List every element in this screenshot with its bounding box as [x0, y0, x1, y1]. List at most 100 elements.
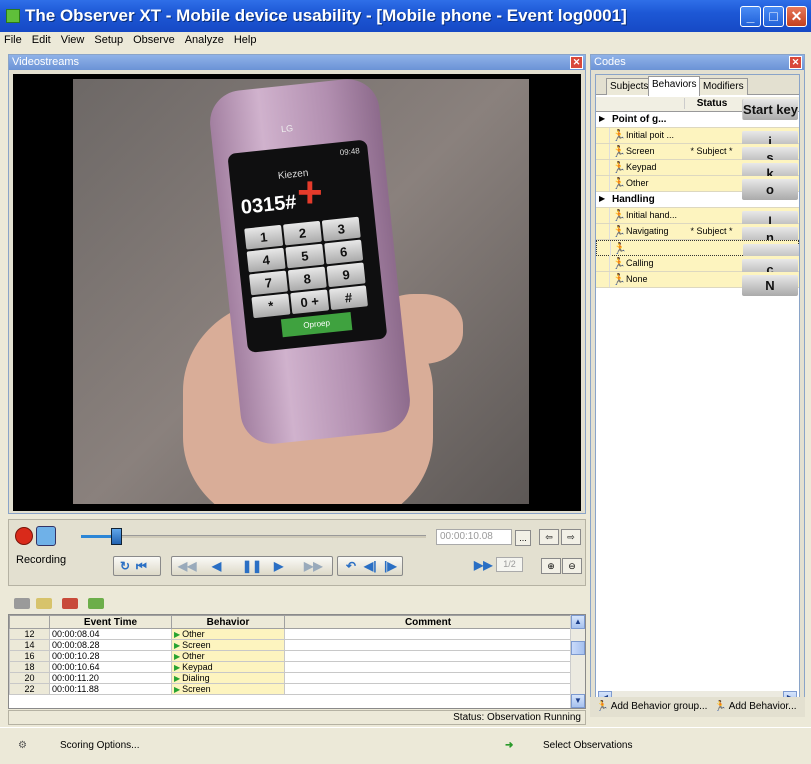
table-row[interactable]: 18 00:00:10.64 ▶ Keypad — [9, 661, 572, 673]
behavior-row[interactable]: 🏃 Initial poit ... i — [596, 128, 799, 152]
comment-cell[interactable] — [284, 628, 572, 640]
behavior-figure-icon: 🏃 — [714, 701, 727, 712]
event-time-cell[interactable]: 00:00:11.20 — [49, 672, 172, 684]
status-text: Status: Observation Running — [453, 712, 581, 723]
behavior-cell[interactable]: ▶ Screen — [171, 639, 285, 651]
event-time-cell[interactable]: 00:00:11.88 — [49, 683, 172, 695]
menu-setup[interactable]: Setup — [89, 32, 128, 46]
status-column-header[interactable]: Status — [684, 98, 739, 109]
comment-cell[interactable] — [284, 650, 572, 662]
behavior-header[interactable]: Behavior — [171, 615, 285, 629]
behavior-name: None — [626, 274, 648, 284]
scroll-up-icon[interactable]: ▲ — [571, 615, 585, 629]
behavior-row[interactable]: 🏃 Screen * Subject * s — [596, 144, 799, 168]
scroll-down-icon[interactable]: ▼ — [571, 694, 585, 708]
behavior-status: * Subject * — [690, 226, 733, 236]
scoring-gear-icon[interactable]: ⚙ — [18, 740, 27, 751]
frame-step-controls[interactable]: ↶ ◀| |▶ — [337, 556, 403, 576]
video-area[interactable]: LG 09:48 Kiezen 0315# 1 2 34 5 67 8 9* 0 + # Opr… — [13, 74, 581, 511]
behavior-row[interactable]: 🏃 Initial hand... l — [596, 208, 799, 232]
event-time-cell[interactable]: 00:00:10.28 — [49, 650, 172, 662]
table-row[interactable]: 16 00:00:10.28 ▶ Other — [9, 650, 572, 662]
table-row[interactable]: 12 00:00:08.04 ▶ Other — [9, 628, 572, 640]
delete-event-icon[interactable] — [62, 598, 78, 609]
codes-pane: Codes ✕ Subjects Behaviors Modifiers Sta… — [590, 54, 805, 716]
event-log-scrollbar[interactable]: ▲ ▼ — [570, 615, 585, 708]
behavior-cell[interactable]: ▶ Keypad — [171, 661, 285, 673]
close-codes-button[interactable]: ✕ — [789, 56, 802, 69]
comment-icon[interactable] — [14, 598, 30, 609]
tab-subjects[interactable]: Subjects — [606, 78, 653, 95]
menu-view[interactable]: View — [56, 32, 90, 46]
timer-icon[interactable] — [36, 526, 56, 546]
phone-key: 4 — [246, 247, 286, 273]
scoring-options-link[interactable]: Scoring Options... — [60, 740, 139, 751]
behavior-group-row[interactable]: ▶ Point of g... — [596, 112, 799, 128]
timeline-thumb[interactable] — [110, 528, 122, 545]
menu-edit[interactable]: Edit — [27, 32, 56, 46]
behavior-row[interactable]: 🏃 Calling c — [596, 256, 799, 280]
event-time-cell[interactable]: 00:00:10.64 — [49, 661, 172, 673]
insert-event-icon[interactable] — [36, 598, 52, 609]
comment-cell[interactable] — [284, 639, 572, 651]
table-row[interactable]: 22 00:00:11.88 ▶ Screen — [9, 683, 572, 695]
videostreams-pane: Videostreams ✕ LG 09:48 Kiezen 0315# 123… — [8, 54, 586, 514]
tab-behaviors[interactable]: Behaviors — [648, 76, 701, 96]
table-row[interactable]: 20 00:00:11.20 ▶ Dialing — [9, 672, 572, 684]
comment-header[interactable]: Comment — [284, 615, 572, 629]
behavior-cell[interactable]: ▶ Other — [171, 650, 285, 662]
table-row[interactable]: 14 00:00:08.28 ▶ Screen — [9, 639, 572, 651]
behavior-group-row[interactable]: ▶ Handling — [596, 192, 799, 208]
zoom-out-icon[interactable]: ⊖ — [562, 558, 582, 574]
expand-arrow-icon[interactable]: ▶ — [599, 114, 605, 123]
speed-ratio[interactable]: 1/2 — [496, 557, 523, 572]
menu-analyze[interactable]: Analyze — [180, 32, 229, 46]
zoom-in-icon[interactable]: ⊕ — [541, 558, 561, 574]
menu-help[interactable]: Help — [229, 32, 262, 46]
event-time-cell[interactable]: 00:00:08.28 — [49, 639, 172, 651]
add-behavior-button[interactable]: 🏃 Add Behavior... — [714, 701, 797, 712]
comment-cell[interactable] — [284, 672, 572, 684]
expand-arrow-icon[interactable]: ▶ — [599, 194, 605, 203]
behavior-row[interactable]: 🏃 Navigating * Subject * n — [596, 224, 799, 248]
comment-cell[interactable] — [284, 661, 572, 673]
behavior-cell[interactable]: ▶ Other — [171, 628, 285, 640]
behavior-cell[interactable]: ▶ Screen — [171, 683, 285, 695]
add-behavior-group-button[interactable]: 🏃 Add Behavior group... — [596, 701, 707, 712]
behavior-row-editing[interactable]: 🏃 — [596, 240, 799, 265]
select-observations-icon[interactable]: ➜ — [505, 740, 513, 751]
menu-file[interactable]: File — [0, 32, 27, 46]
bottom-bar: ⚙ Scoring Options... ➜ Select Observatio… — [0, 727, 811, 764]
event-log-toolbar — [8, 592, 586, 614]
behavior-row[interactable]: 🏃 Other o — [596, 176, 799, 200]
behavior-cell[interactable]: ▶ Dialing — [171, 672, 285, 684]
behavior-row[interactable]: 🏃 Keypad k — [596, 160, 799, 184]
time-more-button[interactable]: ... — [515, 530, 531, 546]
close-videostreams-button[interactable]: ✕ — [570, 56, 583, 69]
record-button[interactable] — [15, 527, 33, 545]
select-observations-link[interactable]: Select Observations — [543, 740, 633, 751]
phone-key: # — [328, 285, 368, 311]
tab-modifiers[interactable]: Modifiers — [699, 78, 748, 95]
behavior-value: Screen — [182, 640, 211, 650]
goto-start-controls[interactable]: ↻ ⏮ — [113, 556, 161, 576]
behavior-marker-icon: ▶ — [174, 641, 181, 650]
step-forward-icon[interactable]: ⇨ — [561, 529, 581, 545]
time-field[interactable]: 00:00:10.08 — [436, 529, 512, 545]
menu-observe[interactable]: Observe — [128, 32, 180, 46]
validate-event-icon[interactable] — [88, 598, 104, 609]
timeline-slider[interactable] — [81, 535, 426, 538]
maximize-button[interactable]: □ — [763, 6, 784, 27]
title-bar[interactable]: The Observer XT - Mobile device usabilit… — [0, 0, 811, 32]
phone-brand: LG — [280, 123, 294, 135]
event-time-cell[interactable]: 00:00:08.04 — [49, 628, 172, 640]
event-time-header[interactable]: Event Time — [49, 615, 172, 629]
minimize-button[interactable]: _ — [740, 6, 761, 27]
step-back-icon[interactable]: ⇦ — [539, 529, 559, 545]
scroll-thumb[interactable] — [571, 641, 585, 655]
behavior-row[interactable]: 🏃 None N — [596, 272, 799, 296]
comment-cell[interactable] — [284, 683, 572, 695]
playback-buttons[interactable]: ◀◀ ◀ ❚❚ ▶ ▶▶ — [171, 556, 333, 576]
app-icon — [6, 9, 20, 23]
close-button[interactable]: ✕ — [786, 6, 807, 27]
